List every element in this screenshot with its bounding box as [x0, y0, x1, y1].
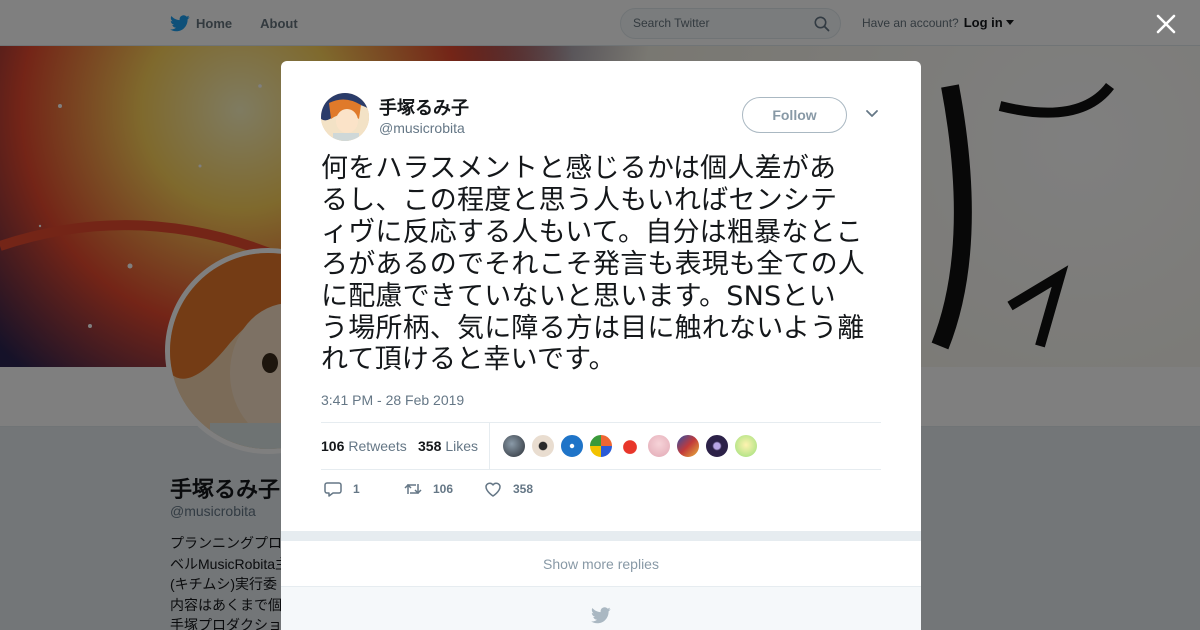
- avatar-illustration: [321, 93, 369, 141]
- tweet-text-line: う場所柄、気に障る方は目に触れないよう離: [321, 312, 865, 344]
- liker-avatar[interactable]: [676, 434, 700, 458]
- likes-label: Likes: [445, 438, 479, 454]
- author-avatar[interactable]: [321, 93, 369, 141]
- retweets-count: 106: [321, 438, 345, 454]
- liker-avatar[interactable]: [560, 434, 584, 458]
- retweet-icon: [404, 483, 422, 495]
- retweet-button[interactable]: 106: [403, 479, 453, 499]
- retweets-stat[interactable]: 106 Retweets: [321, 438, 407, 454]
- retweets-label: Retweets: [348, 438, 407, 454]
- author-name[interactable]: 手塚るみ子: [379, 94, 469, 120]
- liker-avatar[interactable]: [647, 434, 671, 458]
- show-more-replies-link[interactable]: Show more replies: [281, 541, 921, 587]
- likes-count: 358: [418, 438, 442, 454]
- tweet-text-line: ろがあるのでそれこそ発言も表現も全ての人: [321, 248, 865, 280]
- author-handle[interactable]: @musicrobita: [379, 120, 465, 136]
- heart-icon: [485, 482, 501, 497]
- likes-stat[interactable]: 358 Likes: [418, 438, 478, 454]
- tweet-text-line: ィヴに反応する人もいて。自分は粗暴なとこ: [321, 216, 863, 248]
- tweet-text-line: れて頂けると幸いです。: [321, 344, 616, 376]
- tweet-actions: 1 106 358: [321, 479, 881, 503]
- tweet-text: 何をハラスメントと感じるかは個人差があ るし、この程度と思う人もいればセンシテ …: [321, 153, 886, 376]
- reply-count: 1: [353, 482, 360, 496]
- tweet-text-line: るし、この程度と思う人もいればセンシテ: [321, 184, 838, 216]
- liker-avatar[interactable]: [705, 434, 729, 458]
- like-count: 358: [513, 482, 534, 496]
- tweet-text-line: に配慮できていないと思います。SNSとい: [321, 280, 836, 312]
- stats-divider: [489, 423, 490, 469]
- modal-footer: [281, 586, 921, 630]
- section-divider: [281, 531, 921, 541]
- liker-avatar[interactable]: [618, 434, 642, 458]
- follow-button[interactable]: Follow: [742, 97, 847, 133]
- liker-avatar[interactable]: [589, 434, 613, 458]
- reply-button[interactable]: 1: [323, 479, 360, 499]
- tweet-timestamp[interactable]: 3:41 PM - 28 Feb 2019: [321, 392, 464, 408]
- tweet-text-line: 何をハラスメントと感じるかは個人差があ: [321, 153, 837, 184]
- liker-avatar[interactable]: [502, 434, 526, 458]
- tweet-stats: 106 Retweets 358 Likes: [321, 422, 881, 470]
- retweet-count: 106: [433, 482, 454, 496]
- twitter-bird-icon: [591, 607, 611, 624]
- liker-avatar[interactable]: [734, 434, 758, 458]
- close-icon[interactable]: [1153, 11, 1179, 37]
- likers-avatars: [502, 434, 763, 458]
- chevron-down-icon[interactable]: [865, 109, 879, 119]
- reply-icon: [324, 482, 342, 497]
- like-button[interactable]: 358: [483, 479, 533, 499]
- liker-avatar[interactable]: [531, 434, 555, 458]
- tweet-modal: 手塚るみ子 @musicrobita Follow 何をハラスメントと感じるかは…: [281, 61, 921, 630]
